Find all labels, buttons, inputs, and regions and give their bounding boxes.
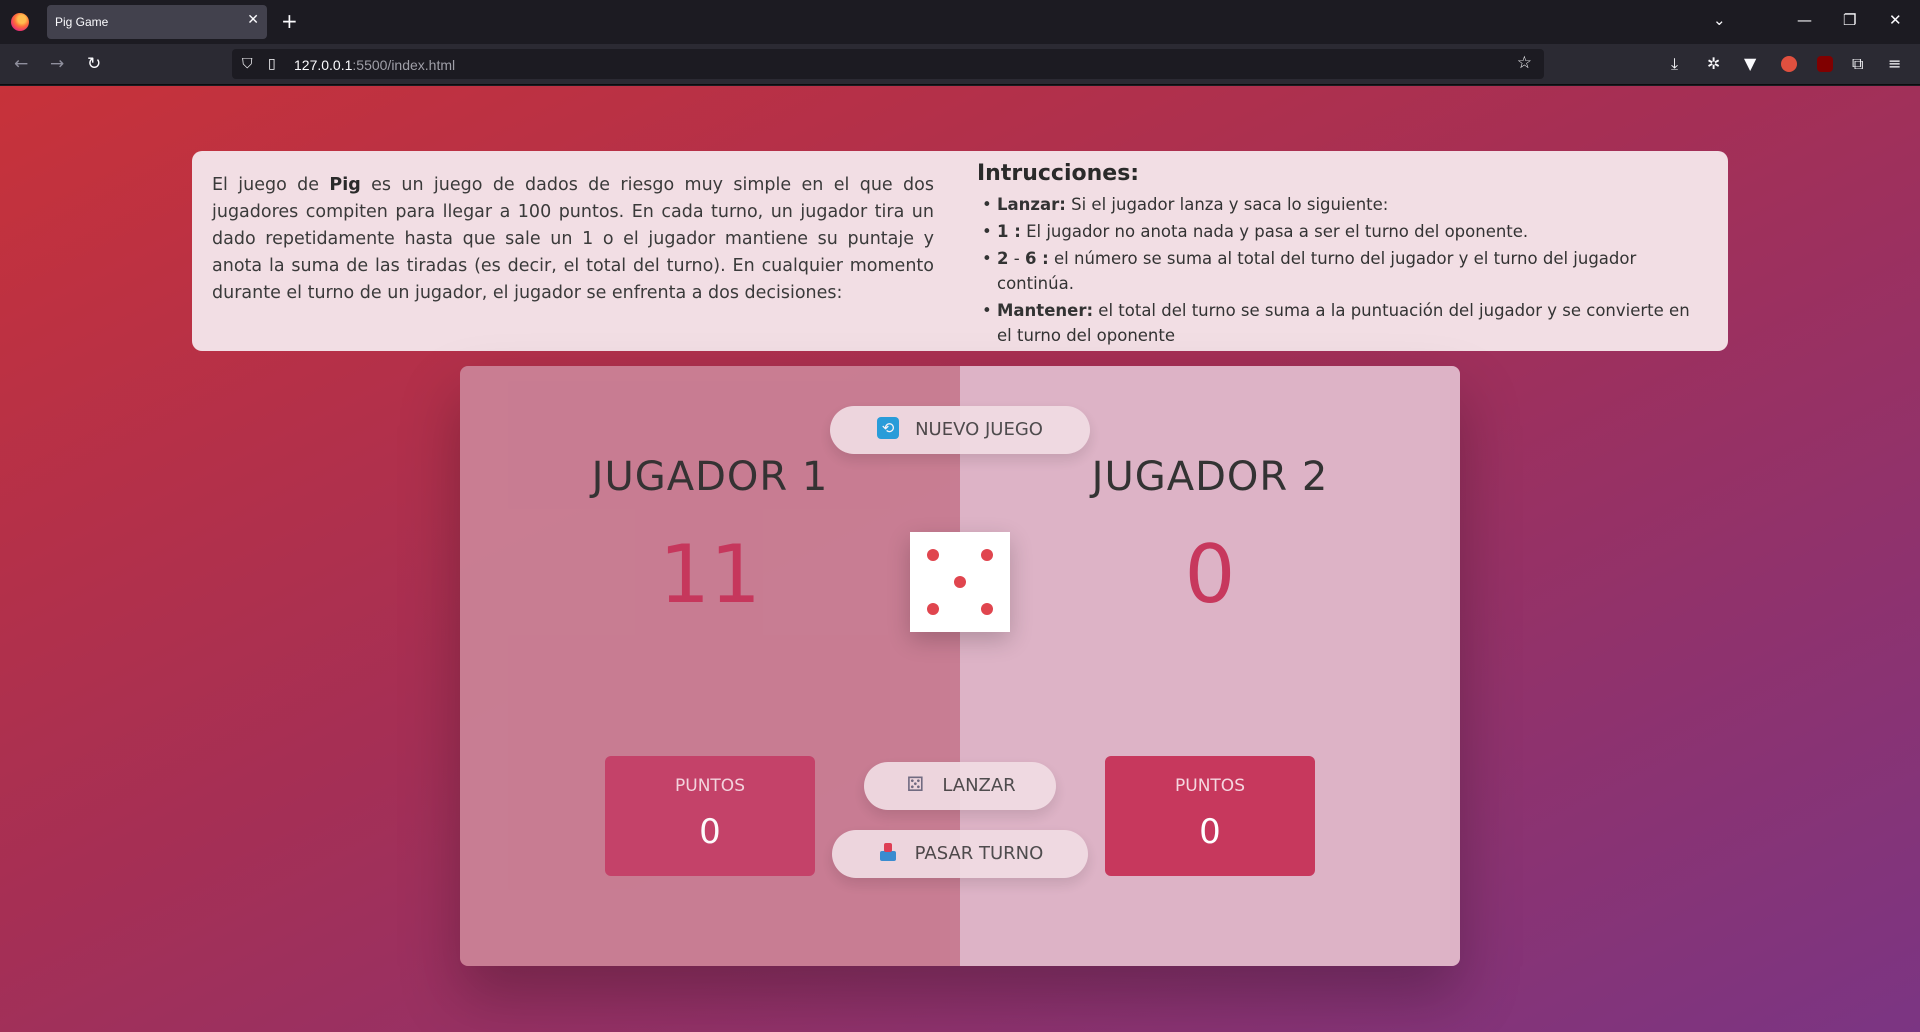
player-1-current-label: PUNTOS [675,776,745,796]
instructions: Intrucciones: Lanzar: Si el jugador lanz… [977,161,1707,350]
back-icon[interactable]: ← [14,53,28,75]
dice [910,532,1010,632]
forward-icon[interactable]: → [50,53,64,75]
ublock-origin-icon[interactable] [1817,56,1833,72]
player-2-name: JUGADOR 2 [1091,454,1329,500]
player-1-score: 11 [659,528,761,621]
info-panel: El juego de Pig es un juego de dados de … [192,151,1728,351]
new-game-label: NUEVO JUEGO [915,419,1043,440]
extension-gear-icon[interactable]: ✲ [1707,54,1720,74]
new-game-button[interactable]: ⟲ NUEVO JUEGO [830,406,1090,454]
new-tab-button[interactable]: + [281,9,298,33]
player-2-current-score: 0 [1199,812,1221,852]
list-item: 2 - 6 : el número se suma al total del t… [977,246,1707,296]
game-description: El juego de Pig es un juego de dados de … [212,175,934,303]
player-2-score: 0 [1184,528,1236,621]
instructions-list: Lanzar: Si el jugador lanza y saca lo si… [977,192,1707,348]
hold-label: PASAR TURNO [914,843,1044,864]
dice-pip [954,576,966,588]
player-2-current-box: PUNTOS 0 [1105,756,1315,876]
dice-pip [981,549,993,561]
downloads-icon[interactable]: ⤓ [1671,54,1678,74]
dice-pip [927,603,939,615]
list-item: Lanzar: Si el jugador lanza y saca lo si… [977,192,1707,217]
page-info-icon[interactable]: ▯ [268,54,276,74]
url-text[interactable]: 127.0.0.1:5500/index.html [294,57,455,73]
inbox-tray-icon [877,841,899,863]
reload-icon[interactable]: ↻ [87,53,101,75]
firefox-logo-icon [11,13,29,31]
dice-pip [981,603,993,615]
dice-pip [927,549,939,561]
window-close-icon[interactable]: ✕ [1889,10,1902,30]
tab-pig-game[interactable]: Pig Game ✕ [47,5,267,39]
hold-button[interactable]: PASAR TURNO [832,830,1088,878]
roll-label: LANZAR [942,775,1016,796]
tab-title: Pig Game [55,15,109,29]
roll-button[interactable]: ⚄ LANZAR [864,762,1056,810]
extensions-puzzle-icon[interactable]: ⧉ [1852,54,1863,74]
game-board: JUGADOR 1 11 PUNTOS 0 JUGADOR 2 0 PUNTOS… [460,366,1460,966]
player-1-current-score: 0 [699,812,721,852]
player-2-current-label: PUNTOS [1175,776,1245,796]
tab-bar: Pig Game ✕ + ⌄ — ❐ ✕ [0,0,1920,44]
bookmark-star-icon[interactable]: ☆ [1517,53,1532,73]
extension-icon[interactable] [1781,56,1797,72]
url-bar[interactable]: ⛉ ▯ 127.0.0.1:5500/index.html ☆ [232,49,1544,79]
navigation-toolbar: ← → ↻ ⛉ ▯ 127.0.0.1:5500/index.html ☆ ⤓ … [0,44,1920,85]
instructions-title: Intrucciones: [977,161,1140,186]
player-1-name: JUGADOR 1 [591,454,829,500]
vpn-extension-icon[interactable]: ▼ [1744,54,1756,74]
list-item: Mantener: el total del turno se suma a l… [977,298,1707,348]
page-body: El juego de Pig es un juego de dados de … [0,86,1920,1032]
refresh-icon: ⟲ [877,417,900,439]
restore-icon[interactable]: ❐ [1843,10,1856,30]
shield-icon[interactable]: ⛉ [242,54,253,74]
menu-icon[interactable]: ≡ [1888,54,1901,74]
list-all-tabs-icon[interactable]: ⌄ [1713,10,1726,30]
player-1-current-box: PUNTOS 0 [605,756,815,876]
dice-icon: ⚄ [906,772,924,796]
close-tab-icon[interactable]: ✕ [247,12,259,28]
minimize-icon[interactable]: — [1797,10,1812,30]
list-item: 1 : El jugador no anota nada y pasa a se… [977,219,1707,244]
